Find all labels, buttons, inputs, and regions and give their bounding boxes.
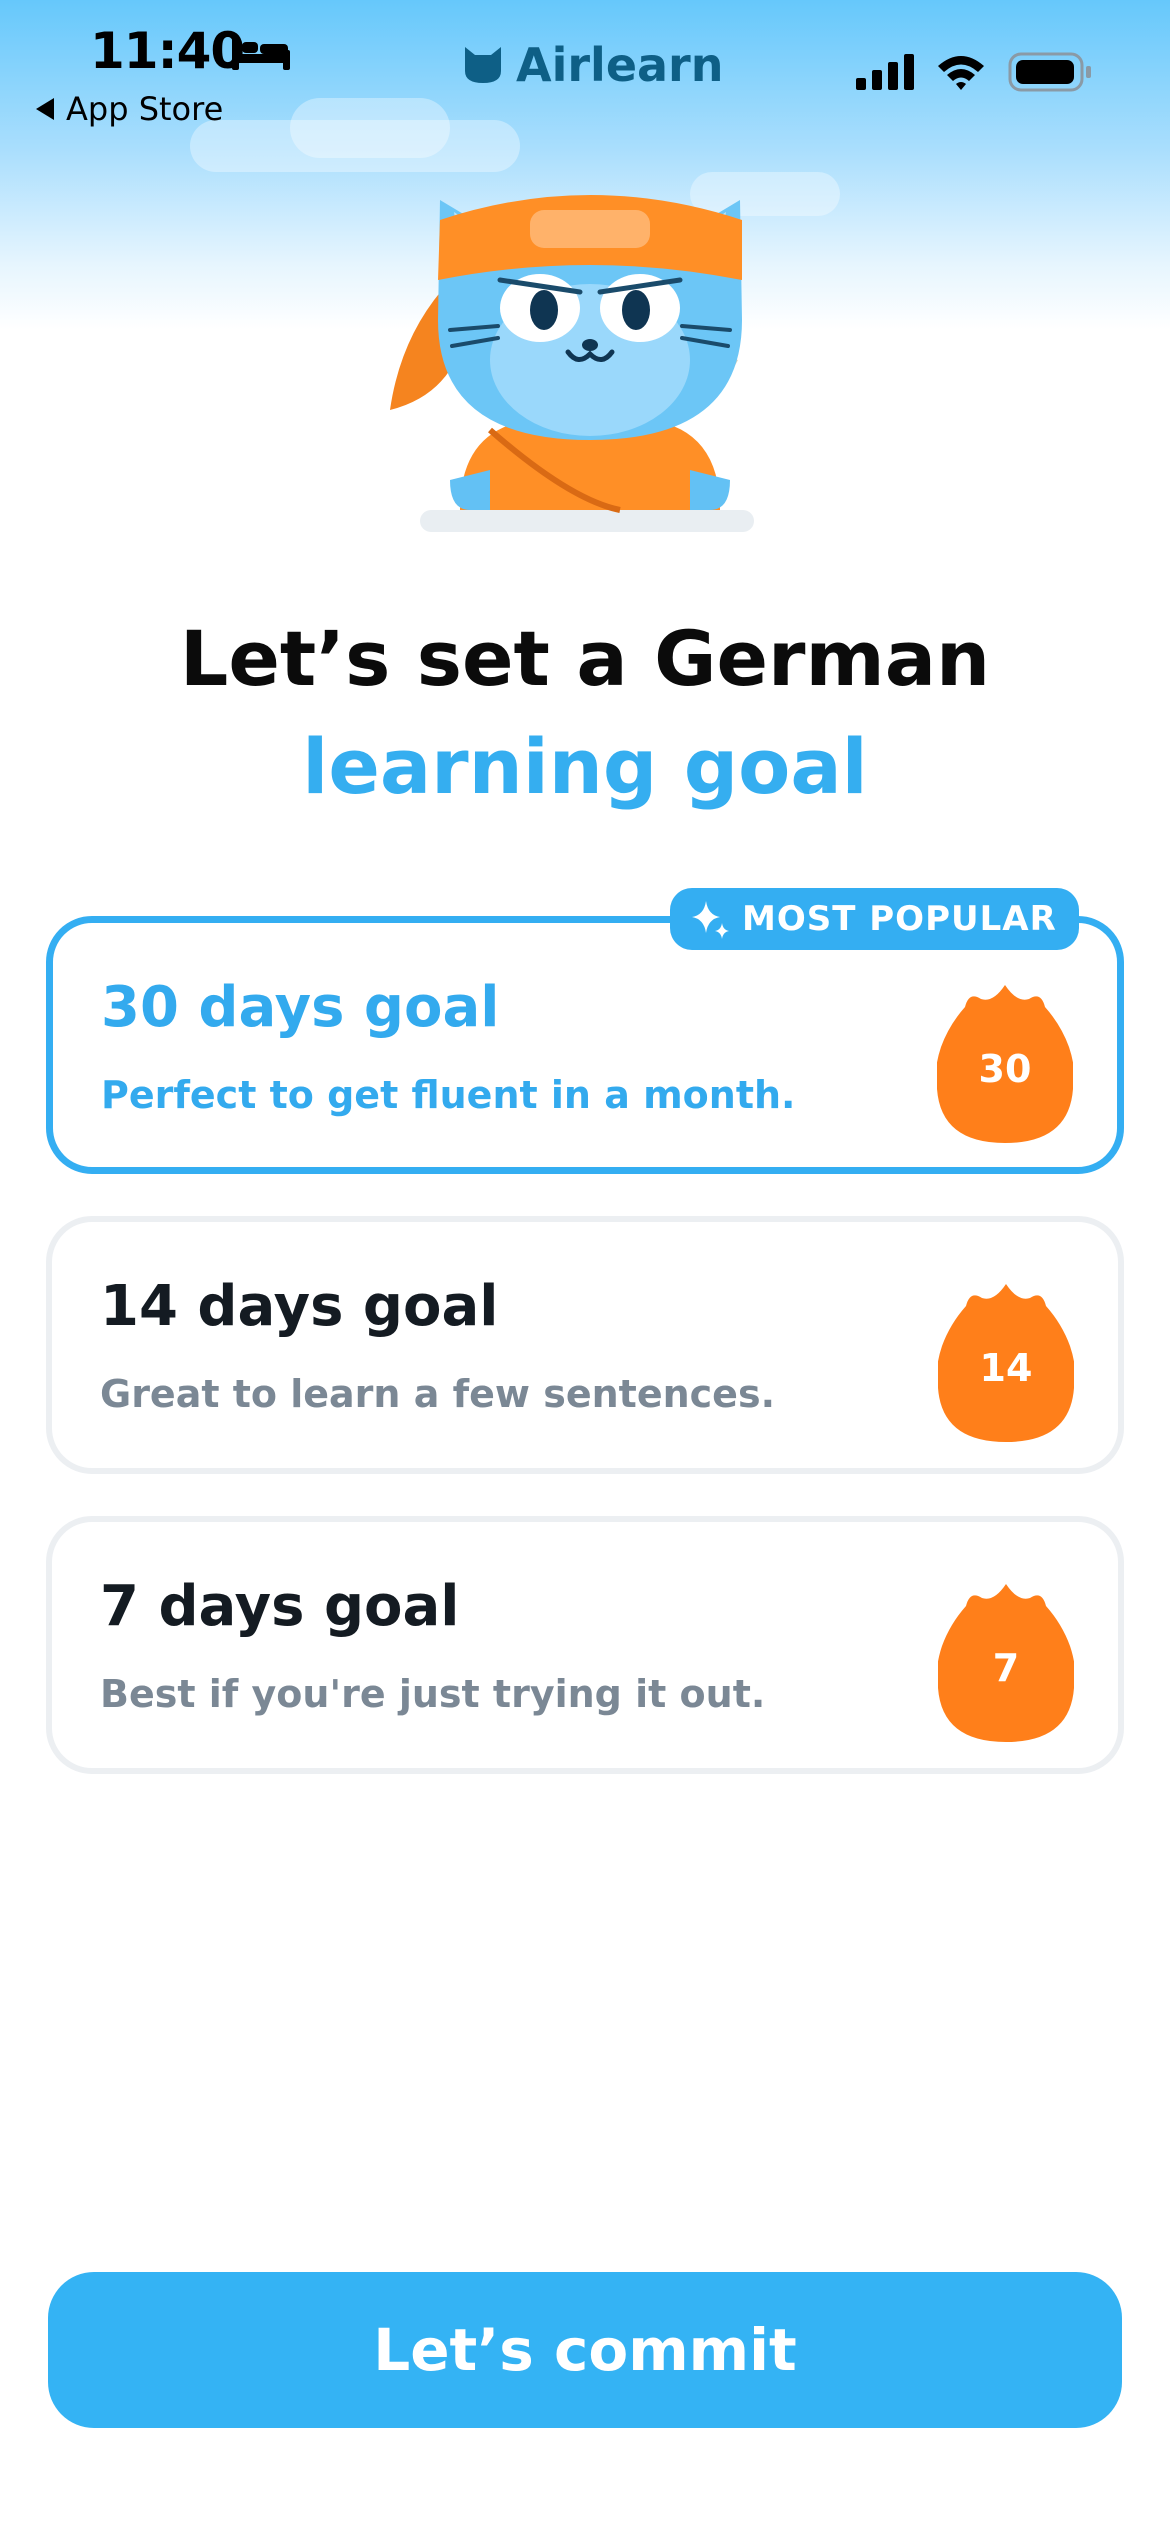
goal-description: Great to learn a few sentences. <box>100 1372 776 1416</box>
brand-logo: Airlearn <box>462 38 724 92</box>
most-popular-label: MOST POPULAR <box>742 899 1057 939</box>
page-title: Let’s set a German learning goal <box>0 605 1170 821</box>
goal-option-14-days[interactable]: 14 days goal Great to learn a few senten… <box>46 1216 1124 1474</box>
bed-icon <box>232 38 290 70</box>
back-label: App Store <box>66 90 224 128</box>
signal-icon <box>856 54 914 90</box>
goal-title: 7 days goal <box>100 1574 460 1639</box>
goal-title: 30 days goal <box>101 975 500 1040</box>
goal-days-number: 7 <box>992 1646 1020 1690</box>
goal-description: Perfect to get fluent in a month. <box>101 1073 796 1117</box>
sparkle-icon <box>692 901 729 939</box>
commit-button[interactable]: Let’s commit <box>48 2272 1122 2428</box>
goal-setting-screen: 11:40 App Store Airlearn Let’s set a Ger… <box>0 0 1170 2532</box>
wifi-icon <box>938 56 984 90</box>
back-to-app-store[interactable]: App Store <box>36 90 223 128</box>
goal-description: Best if you're just trying it out. <box>100 1672 766 1716</box>
ninja-cat-mascot <box>390 195 754 532</box>
goal-days-number: 30 <box>978 1047 1032 1091</box>
cloud-decoration <box>290 98 450 158</box>
most-popular-badge: MOST POPULAR <box>670 888 1079 950</box>
brand-name: Airlearn <box>516 38 724 92</box>
battery-icon <box>1008 52 1091 92</box>
cat-head-icon <box>465 47 501 83</box>
status-time: 11:40 <box>90 22 245 80</box>
goal-option-7-days[interactable]: 7 days goal Best if you're just trying i… <box>46 1516 1124 1774</box>
title-line-1: Let’s set a German <box>179 614 991 703</box>
goal-option-30-days[interactable]: 30 days goal Perfect to get fluent in a … <box>46 916 1124 1174</box>
status-icons <box>856 52 1092 92</box>
goal-title: 14 days goal <box>100 1274 499 1339</box>
goal-days-number: 14 <box>979 1346 1033 1390</box>
title-line-2: learning goal <box>302 722 868 811</box>
back-arrow-icon <box>36 98 54 120</box>
